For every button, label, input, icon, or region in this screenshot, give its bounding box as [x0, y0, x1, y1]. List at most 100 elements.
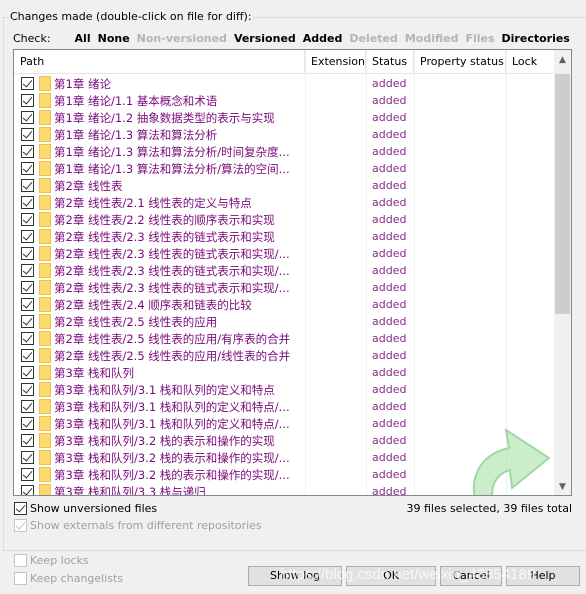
table-row[interactable]: 第2章 线性表/2.3 线性表的链式表示和实现/... added — [14, 262, 555, 279]
row-path: 第3章 栈和队列/3.3 栈与递归 — [54, 484, 206, 496]
table-row[interactable]: 第2章 线性表/2.3 线性表的链式表示和实现/... added — [14, 245, 555, 262]
row-status: added — [372, 434, 407, 447]
row-checkbox[interactable] — [21, 349, 34, 362]
keep-locks-checkbox[interactable]: Keep locks — [14, 554, 89, 567]
scroll-thumb[interactable] — [555, 74, 570, 314]
table-row[interactable]: 第2章 线性表/2.5 线性表的应用/线性表的合并 added — [14, 347, 555, 364]
row-checkbox[interactable] — [21, 230, 34, 243]
row-checkbox[interactable] — [21, 451, 34, 464]
row-status: added — [372, 298, 407, 311]
column-extension[interactable]: Extension — [305, 50, 366, 74]
row-status: added — [372, 281, 407, 294]
table-row[interactable]: 第2章 线性表/2.3 线性表的链式表示和实现/... added — [14, 279, 555, 296]
keep-changelists-label: Keep changelists — [30, 572, 124, 585]
table-row[interactable]: 第1章 绪论/1.3 算法和算法分析/时间复杂度... added — [14, 143, 555, 160]
table-row[interactable]: 第2章 线性表/2.5 线性表的应用 added — [14, 313, 555, 330]
row-checkbox[interactable] — [21, 434, 34, 447]
table-row[interactable]: 第3章 栈和队列 added — [14, 364, 555, 381]
row-path: 第1章 绪论/1.3 算法和算法分析/算法的空间... — [54, 161, 290, 176]
folder-icon — [39, 280, 51, 295]
row-status: added — [372, 451, 407, 464]
row-checkbox[interactable] — [21, 213, 34, 226]
ok-button[interactable]: OK — [346, 566, 436, 586]
row-checkbox[interactable] — [21, 77, 34, 90]
folder-icon — [39, 195, 51, 210]
filter-directories[interactable]: Directories — [502, 32, 570, 45]
table-row[interactable]: 第1章 绪论/1.3 算法和算法分析/算法的空间... added — [14, 160, 555, 177]
row-checkbox[interactable] — [21, 111, 34, 124]
row-checkbox[interactable] — [21, 196, 34, 209]
table-row[interactable]: 第1章 绪论 added — [14, 75, 555, 92]
filter-added[interactable]: Added — [303, 32, 343, 45]
changes-list[interactable]: Path Extension Status Property status Lo… — [13, 49, 572, 496]
filter-non-versioned: Non-versioned — [136, 32, 227, 45]
table-row[interactable]: 第1章 绪论/1.1 基本概念和术语 added — [14, 92, 555, 109]
row-path: 第1章 绪论/1.1 基本概念和术语 — [54, 93, 218, 108]
show-externals-label: Show externals from different repositori… — [30, 519, 262, 532]
row-checkbox[interactable] — [21, 332, 34, 345]
row-status: added — [372, 128, 407, 141]
folder-icon — [39, 484, 51, 495]
row-checkbox[interactable] — [21, 179, 34, 192]
filter-none[interactable]: None — [98, 32, 130, 45]
folder-icon — [39, 93, 51, 108]
row-checkbox[interactable] — [21, 145, 34, 158]
table-row[interactable]: 第2章 线性表/2.5 线性表的应用/有序表的合并 added — [14, 330, 555, 347]
row-checkbox[interactable] — [21, 94, 34, 107]
row-path: 第3章 栈和队列/3.2 栈的表示和操作的实现 — [54, 433, 275, 448]
table-row[interactable]: 第2章 线性表/2.4 顺序表和链表的比较 added — [14, 296, 555, 313]
row-checkbox[interactable] — [21, 383, 34, 396]
row-path: 第3章 栈和队列 — [54, 365, 134, 380]
vertical-scrollbar[interactable]: ▲ ▼ — [554, 50, 571, 495]
row-checkbox[interactable] — [21, 468, 34, 481]
folder-icon — [39, 433, 51, 448]
row-checkbox[interactable] — [21, 128, 34, 141]
show-log-button[interactable]: Show log — [248, 566, 342, 586]
table-row[interactable]: 第1章 绪论/1.3 算法和算法分析 added — [14, 126, 555, 143]
column-path[interactable]: Path — [14, 50, 305, 74]
row-path: 第2章 线性表/2.3 线性表的链式表示和实现 — [54, 229, 275, 244]
table-row[interactable]: 第2章 线性表 added — [14, 177, 555, 194]
row-checkbox[interactable] — [21, 315, 34, 328]
folder-icon — [39, 331, 51, 346]
show-unversioned-checkbox[interactable]: Show unversioned files — [14, 502, 157, 515]
column-property-status[interactable]: Property status — [414, 50, 506, 74]
column-status[interactable]: Status — [366, 50, 414, 74]
table-row[interactable]: 第3章 栈和队列/3.1 栈和队列的定义和特点 added — [14, 381, 555, 398]
folder-icon — [39, 297, 51, 312]
checkbox-icon — [14, 572, 27, 585]
row-path: 第2章 线性表/2.5 线性表的应用/线性表的合并 — [54, 348, 291, 363]
scroll-down-icon[interactable]: ▼ — [554, 482, 571, 492]
filter-versioned[interactable]: Versioned — [234, 32, 296, 45]
row-checkbox[interactable] — [21, 162, 34, 175]
row-status: added — [372, 264, 407, 277]
row-status: added — [372, 383, 407, 396]
show-externals-checkbox[interactable]: Show externals from different repositori… — [14, 519, 262, 532]
row-checkbox[interactable] — [21, 366, 34, 379]
row-status: added — [372, 247, 407, 260]
column-lock[interactable]: Lock — [506, 50, 555, 74]
folder-icon — [39, 144, 51, 159]
table-row[interactable]: 第2章 线性表/2.2 线性表的顺序表示和实现 added — [14, 211, 555, 228]
filter-all[interactable]: All — [75, 32, 91, 45]
row-checkbox[interactable] — [21, 298, 34, 311]
folder-icon — [39, 314, 51, 329]
row-checkbox[interactable] — [21, 400, 34, 413]
help-button[interactable]: Help — [506, 566, 580, 586]
row-checkbox[interactable] — [21, 247, 34, 260]
row-status: added — [372, 179, 407, 192]
cancel-button[interactable]: Cancel — [440, 566, 502, 586]
keep-changelists-checkbox[interactable]: Keep changelists — [14, 572, 123, 585]
table-row[interactable]: 第2章 线性表/2.1 线性表的定义与特点 added — [14, 194, 555, 211]
row-checkbox[interactable] — [21, 281, 34, 294]
scroll-up-icon[interactable]: ▲ — [554, 55, 571, 65]
folder-icon — [39, 127, 51, 142]
row-checkbox[interactable] — [21, 417, 34, 430]
row-checkbox[interactable] — [21, 485, 34, 495]
row-checkbox[interactable] — [21, 264, 34, 277]
table-row[interactable]: 第3章 栈和队列/3.1 栈和队列的定义和特点/... added — [14, 398, 555, 415]
table-row[interactable]: 第2章 线性表/2.3 线性表的链式表示和实现 added — [14, 228, 555, 245]
group-label: Changes made (double-click on file for d… — [9, 10, 253, 23]
table-row[interactable]: 第1章 绪论/1.2 抽象数据类型的表示与实现 added — [14, 109, 555, 126]
folder-icon — [39, 110, 51, 125]
